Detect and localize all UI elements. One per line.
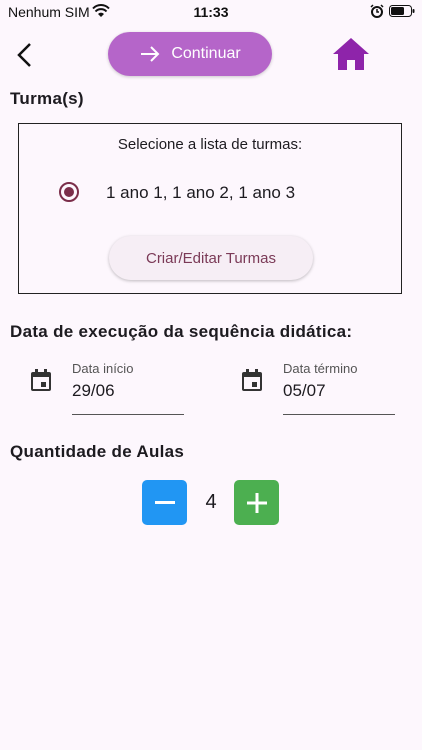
start-date-field[interactable]: 29/06 xyxy=(72,381,115,401)
end-date-underline xyxy=(283,414,395,415)
start-date-underline xyxy=(72,414,184,415)
minus-icon xyxy=(154,500,175,504)
calendar-icon xyxy=(242,369,262,391)
turmas-radio[interactable] xyxy=(59,182,79,202)
end-date-field[interactable]: 05/07 xyxy=(283,381,326,401)
turmas-prompt: Selecione a lista de turmas: xyxy=(117,136,303,153)
calendar-icon xyxy=(31,369,51,391)
continue-button[interactable]: Continuar xyxy=(108,32,272,76)
turmas-title: Turma(s) xyxy=(10,89,84,108)
increase-button[interactable] xyxy=(234,480,279,525)
status-bar: Nenhum SIM 11:33 xyxy=(0,0,422,24)
home-icon xyxy=(333,38,369,70)
continue-label: Continuar xyxy=(171,45,241,62)
lessons-title: Quantidade de Aulas xyxy=(10,442,185,461)
alarm-icon xyxy=(370,4,384,18)
radio-selected-dot xyxy=(64,187,74,197)
execution-title: Data de execução da sequência didática: xyxy=(10,322,353,341)
battery-icon xyxy=(389,5,415,17)
lessons-count: 4 xyxy=(205,491,217,513)
back-button[interactable] xyxy=(10,40,40,70)
status-time: 11:33 xyxy=(193,4,229,20)
chevron-left-icon xyxy=(17,43,31,67)
home-button[interactable] xyxy=(330,34,372,74)
start-date-label: Data início xyxy=(72,361,134,376)
edit-turmas-button[interactable]: Criar/Editar Turmas xyxy=(109,236,313,280)
turmas-card: Selecione a lista de turmas: 1 ano 1, 1 … xyxy=(18,123,402,294)
arrow-right-icon xyxy=(141,46,160,62)
plus-icon xyxy=(246,492,267,513)
turmas-list-label[interactable]: 1 ano 1, 1 ano 2, 1 ano 3 xyxy=(106,183,295,203)
end-date-label: Data término xyxy=(283,361,358,376)
decrease-button[interactable] xyxy=(142,480,187,525)
edit-turmas-label: Criar/Editar Turmas xyxy=(145,249,277,267)
